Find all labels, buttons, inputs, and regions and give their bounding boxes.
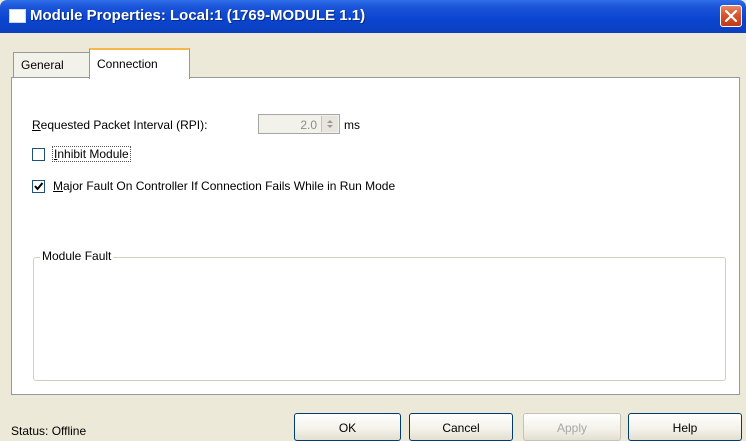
window-title: Module Properties: Local:1 (1769-MODULE … (30, 7, 366, 24)
tab-connection-label: Connection (97, 57, 158, 71)
tab-general[interactable]: General (13, 52, 90, 77)
rpi-unit: ms (344, 118, 360, 132)
module-fault-group (33, 257, 726, 381)
inhibit-module-text: nhibit Module (57, 147, 129, 161)
rpi-label-mnemonic: R (32, 118, 41, 132)
rpi-spinner[interactable] (321, 116, 338, 132)
major-fault-text: ajor Fault On Controller If Connection F… (63, 179, 396, 193)
tab-general-label: General (21, 58, 64, 72)
major-fault-label[interactable]: Major Fault On Controller If Connection … (53, 179, 395, 193)
check-icon (34, 182, 44, 191)
spinner-icon (327, 120, 333, 128)
rpi-value: 2.0 (300, 118, 317, 132)
module-fault-label: Module Fault (40, 249, 114, 263)
rpi-label: Requested Packet Interval (RPI): (32, 118, 207, 132)
tab-connection[interactable]: Connection (89, 48, 190, 79)
inhibit-module-checkbox[interactable] (32, 148, 45, 161)
window-icon (9, 9, 26, 23)
rpi-label-text: equested Packet Interval (RPI): (40, 118, 208, 132)
major-fault-mnemonic: M (53, 179, 63, 193)
major-fault-checkbox[interactable] (32, 180, 45, 193)
close-icon (725, 10, 737, 22)
close-button[interactable] (720, 5, 742, 27)
inhibit-module-label[interactable]: Inhibit Module (52, 146, 131, 162)
rpi-input[interactable]: 2.0 (258, 114, 340, 134)
status-text: Status: Offline (11, 424, 87, 438)
title-bar[interactable]: Module Properties: Local:1 (1769-MODULE … (0, 0, 746, 33)
